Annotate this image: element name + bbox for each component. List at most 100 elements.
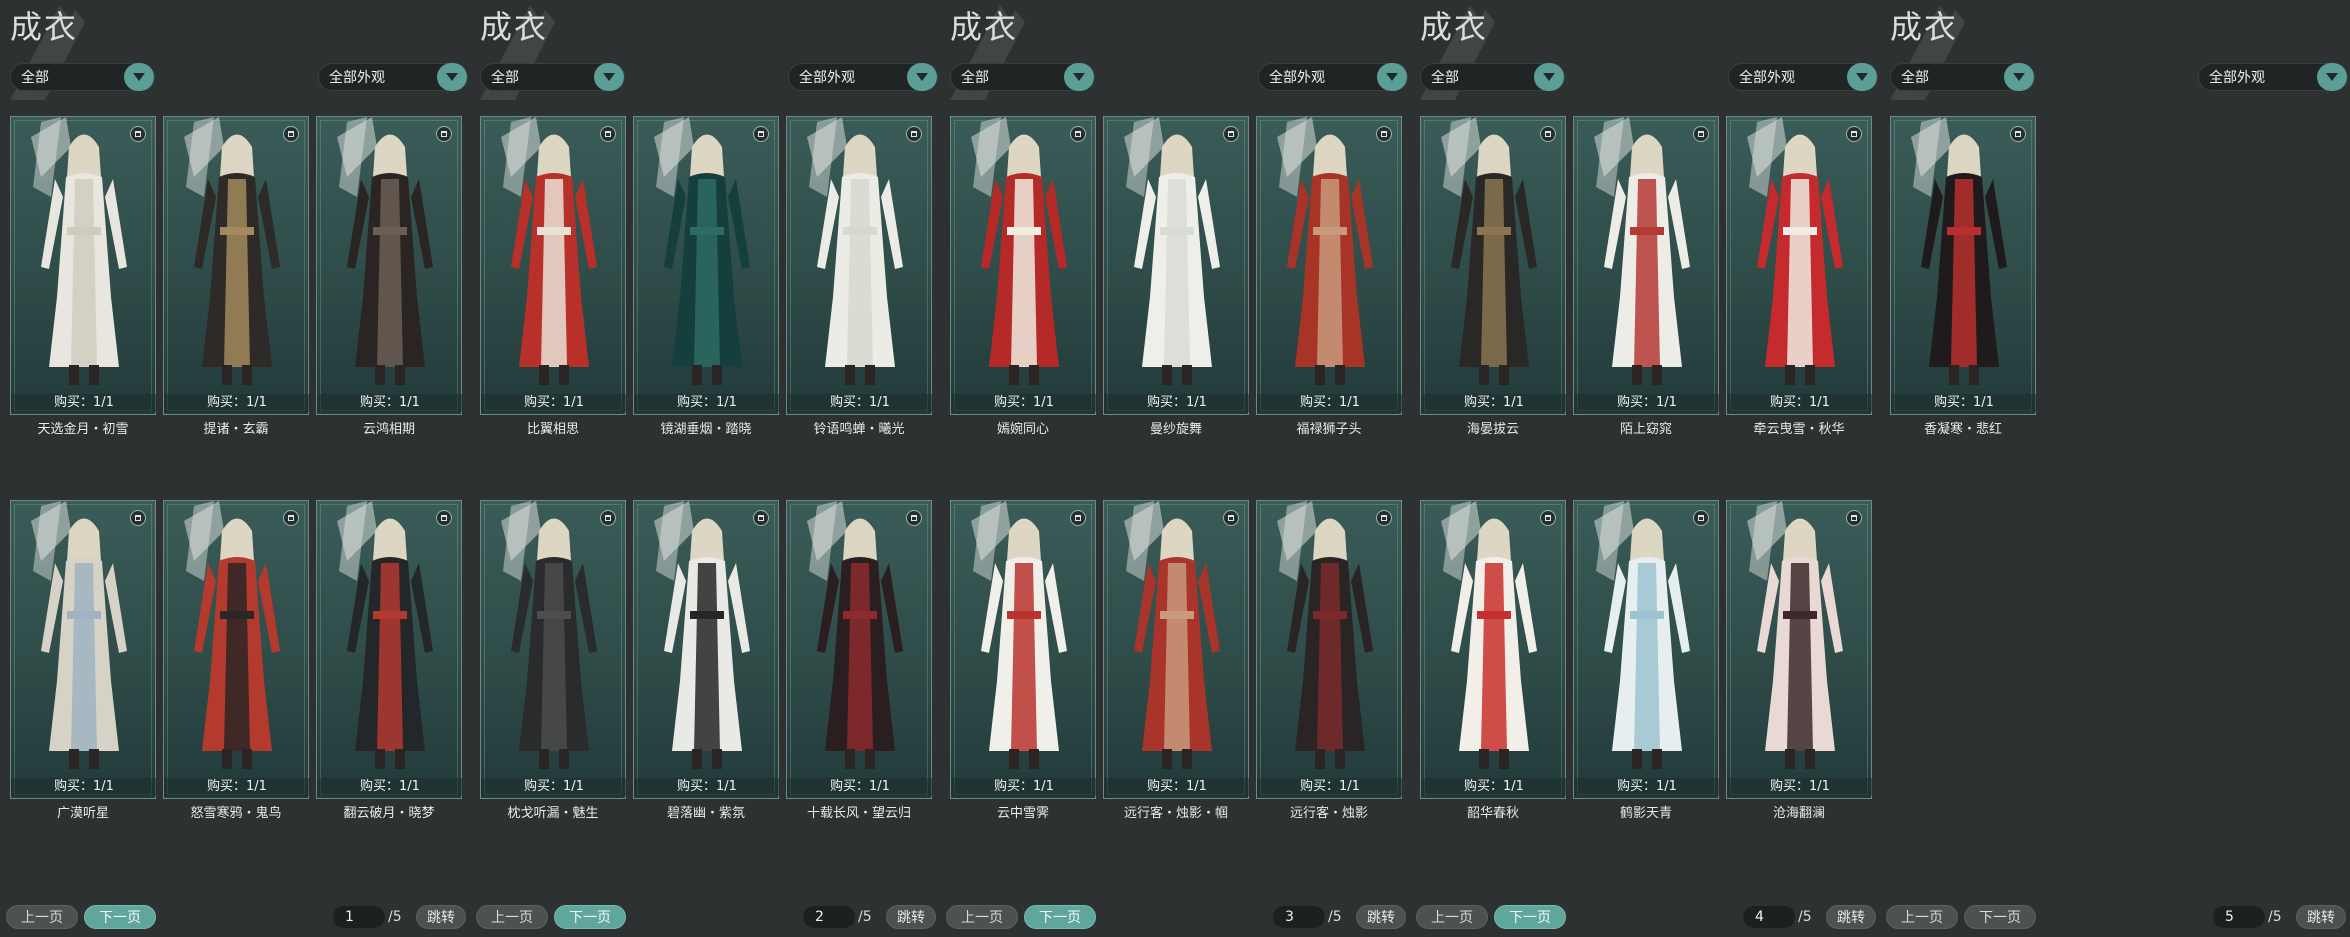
chevron-down-icon[interactable]: [2317, 63, 2347, 91]
category-filter-select[interactable]: 全部: [950, 63, 1095, 91]
trash-icon[interactable]: [753, 126, 769, 142]
category-filter-select[interactable]: 全部: [10, 63, 155, 91]
trash-icon[interactable]: [906, 510, 922, 526]
outfit-name: 云鸿相期: [362, 422, 415, 437]
outfit-name: 嫣婉同心: [996, 422, 1049, 437]
jump-button[interactable]: 跳转: [2296, 905, 2346, 929]
prev-page-button[interactable]: 上一页: [946, 905, 1018, 929]
outfit-card-frame: 购买：1/1: [1726, 500, 1873, 799]
prev-page-button[interactable]: 上一页: [6, 905, 78, 929]
outfit-name: 镜湖垂烟・踏晓: [660, 422, 752, 437]
appearance-filter-select[interactable]: 全部外观: [1728, 63, 1878, 91]
outfit-card[interactable]: 购买：1/1 怒雪寒鸦・鬼鸟: [163, 500, 310, 821]
trash-icon[interactable]: [436, 126, 452, 142]
category-filter-select[interactable]: 全部: [1420, 63, 1565, 91]
outfit-card[interactable]: 购买：1/1 嫣婉同心: [950, 116, 1097, 437]
outfit-card[interactable]: 购买：1/1 韶华春秋: [1420, 500, 1567, 821]
outfit-card[interactable]: 购买：1/1 广漠听星: [10, 500, 157, 821]
trash-icon[interactable]: [1846, 126, 1862, 142]
outfit-card[interactable]: 购买：1/1 远行客・烛影: [1256, 500, 1403, 821]
jump-button[interactable]: 跳转: [1356, 905, 1406, 929]
trash-icon[interactable]: [130, 126, 146, 142]
outfit-card[interactable]: 购买：1/1 翻云破月・晓梦: [316, 500, 463, 821]
outfit-figure: [184, 117, 280, 385]
trash-icon[interactable]: [283, 126, 299, 142]
chevron-down-icon[interactable]: [1377, 63, 1407, 91]
trash-icon[interactable]: [1223, 510, 1239, 526]
outfit-card[interactable]: 购买：1/1 铃语鸣蝉・曦光: [786, 116, 933, 437]
page-number-input[interactable]: 3: [1273, 906, 1325, 928]
appearance-filter-select[interactable]: 全部外观: [788, 63, 938, 91]
outfit-card[interactable]: 购买：1/1 镜湖垂烟・踏晓: [633, 116, 780, 437]
trash-icon[interactable]: [1070, 126, 1086, 142]
next-page-button[interactable]: 下一页: [1964, 905, 2036, 929]
page-number-input[interactable]: 2: [803, 906, 855, 928]
outfit-card[interactable]: 购买：1/1 枕戈听漏・魅生: [480, 500, 627, 821]
chevron-down-icon[interactable]: [907, 63, 937, 91]
appearance-filter-select[interactable]: 全部外观: [318, 63, 468, 91]
outfit-card[interactable]: 购买：1/1 曼纱旋舞: [1103, 116, 1250, 437]
outfit-card[interactable]: 购买：1/1 海晏拔云: [1420, 116, 1567, 437]
purchase-count: 购买：1/1: [317, 778, 463, 796]
outfit-card[interactable]: 购买：1/1 远行客・烛影・帼: [1103, 500, 1250, 821]
outfit-card[interactable]: 购买：1/1 天选金月・初雪: [10, 116, 157, 437]
trash-icon[interactable]: [1540, 126, 1556, 142]
next-page-button[interactable]: 下一页: [1494, 905, 1566, 929]
chevron-down-icon[interactable]: [1847, 63, 1877, 91]
category-filter-select[interactable]: 全部: [480, 63, 625, 91]
jump-button[interactable]: 跳转: [416, 905, 466, 929]
chevron-down-icon[interactable]: [124, 63, 154, 91]
next-page-button[interactable]: 下一页: [554, 905, 626, 929]
jump-button[interactable]: 跳转: [886, 905, 936, 929]
appearance-filter-select[interactable]: 全部外观: [2198, 63, 2348, 91]
outfit-card[interactable]: 购买：1/1 提诸・玄霸: [163, 116, 310, 437]
outfit-card[interactable]: 购买：1/1 云中雪霁: [950, 500, 1097, 821]
outfit-figure: [1747, 117, 1843, 385]
page-number-input[interactable]: 4: [1743, 906, 1795, 928]
trash-icon[interactable]: [436, 510, 452, 526]
prev-page-button[interactable]: 上一页: [476, 905, 548, 929]
trash-icon[interactable]: [753, 510, 769, 526]
jump-button[interactable]: 跳转: [1826, 905, 1876, 929]
outfit-card[interactable]: 购买：1/1 十载长风・望云归: [786, 500, 933, 821]
outfit-name: 铃语鸣蝉・曦光: [813, 422, 905, 437]
trash-icon[interactable]: [906, 126, 922, 142]
chevron-down-icon[interactable]: [437, 63, 467, 91]
trash-icon[interactable]: [600, 126, 616, 142]
outfit-card[interactable]: 购买：1/1 沧海翻澜: [1726, 500, 1873, 821]
trash-icon[interactable]: [1693, 126, 1709, 142]
trash-icon[interactable]: [1376, 510, 1392, 526]
outfit-card[interactable]: 购买：1/1 福禄狮子头: [1256, 116, 1403, 437]
trash-icon[interactable]: [1540, 510, 1556, 526]
trash-icon[interactable]: [600, 510, 616, 526]
outfit-card[interactable]: 购买：1/1 陌上窈窕: [1573, 116, 1720, 437]
chevron-down-icon[interactable]: [594, 63, 624, 91]
category-filter-select[interactable]: 全部: [1890, 63, 2035, 91]
trash-icon[interactable]: [283, 510, 299, 526]
trash-icon[interactable]: [1693, 510, 1709, 526]
outfit-card[interactable]: 购买：1/1 碧落幽・紫氛: [633, 500, 780, 821]
outfit-card[interactable]: 购买：1/1 云鸿相期: [316, 116, 463, 437]
chevron-down-icon[interactable]: [1064, 63, 1094, 91]
trash-icon[interactable]: [1846, 510, 1862, 526]
prev-page-button[interactable]: 上一页: [1886, 905, 1958, 929]
outfit-card[interactable]: 购买：1/1 香凝寒・悲红: [1890, 116, 2037, 437]
appearance-filter-select[interactable]: 全部外观: [1258, 63, 1408, 91]
trash-icon[interactable]: [1376, 126, 1392, 142]
outfit-card[interactable]: 购买：1/1 鹤影天青: [1573, 500, 1720, 821]
outfit-card[interactable]: 购买：1/1 比翼相思: [480, 116, 627, 437]
next-page-button[interactable]: 下一页: [1024, 905, 1096, 929]
outfit-card-frame: 购买：1/1: [480, 116, 627, 415]
prev-page-button[interactable]: 上一页: [1416, 905, 1488, 929]
trash-icon[interactable]: [1070, 510, 1086, 526]
trash-icon[interactable]: [1223, 126, 1239, 142]
chevron-down-icon[interactable]: [1534, 63, 1564, 91]
trash-icon[interactable]: [130, 510, 146, 526]
outfit-card[interactable]: 购买：1/1 牵云曳雪・秋华: [1726, 116, 1873, 437]
next-page-button[interactable]: 下一页: [84, 905, 156, 929]
page-number-input[interactable]: 5: [2213, 906, 2265, 928]
chevron-down-icon[interactable]: [2004, 63, 2034, 91]
trash-icon[interactable]: [2010, 126, 2026, 142]
outfit-name: 远行客・烛影・帼: [1123, 806, 1228, 821]
page-number-input[interactable]: 1: [333, 906, 385, 928]
